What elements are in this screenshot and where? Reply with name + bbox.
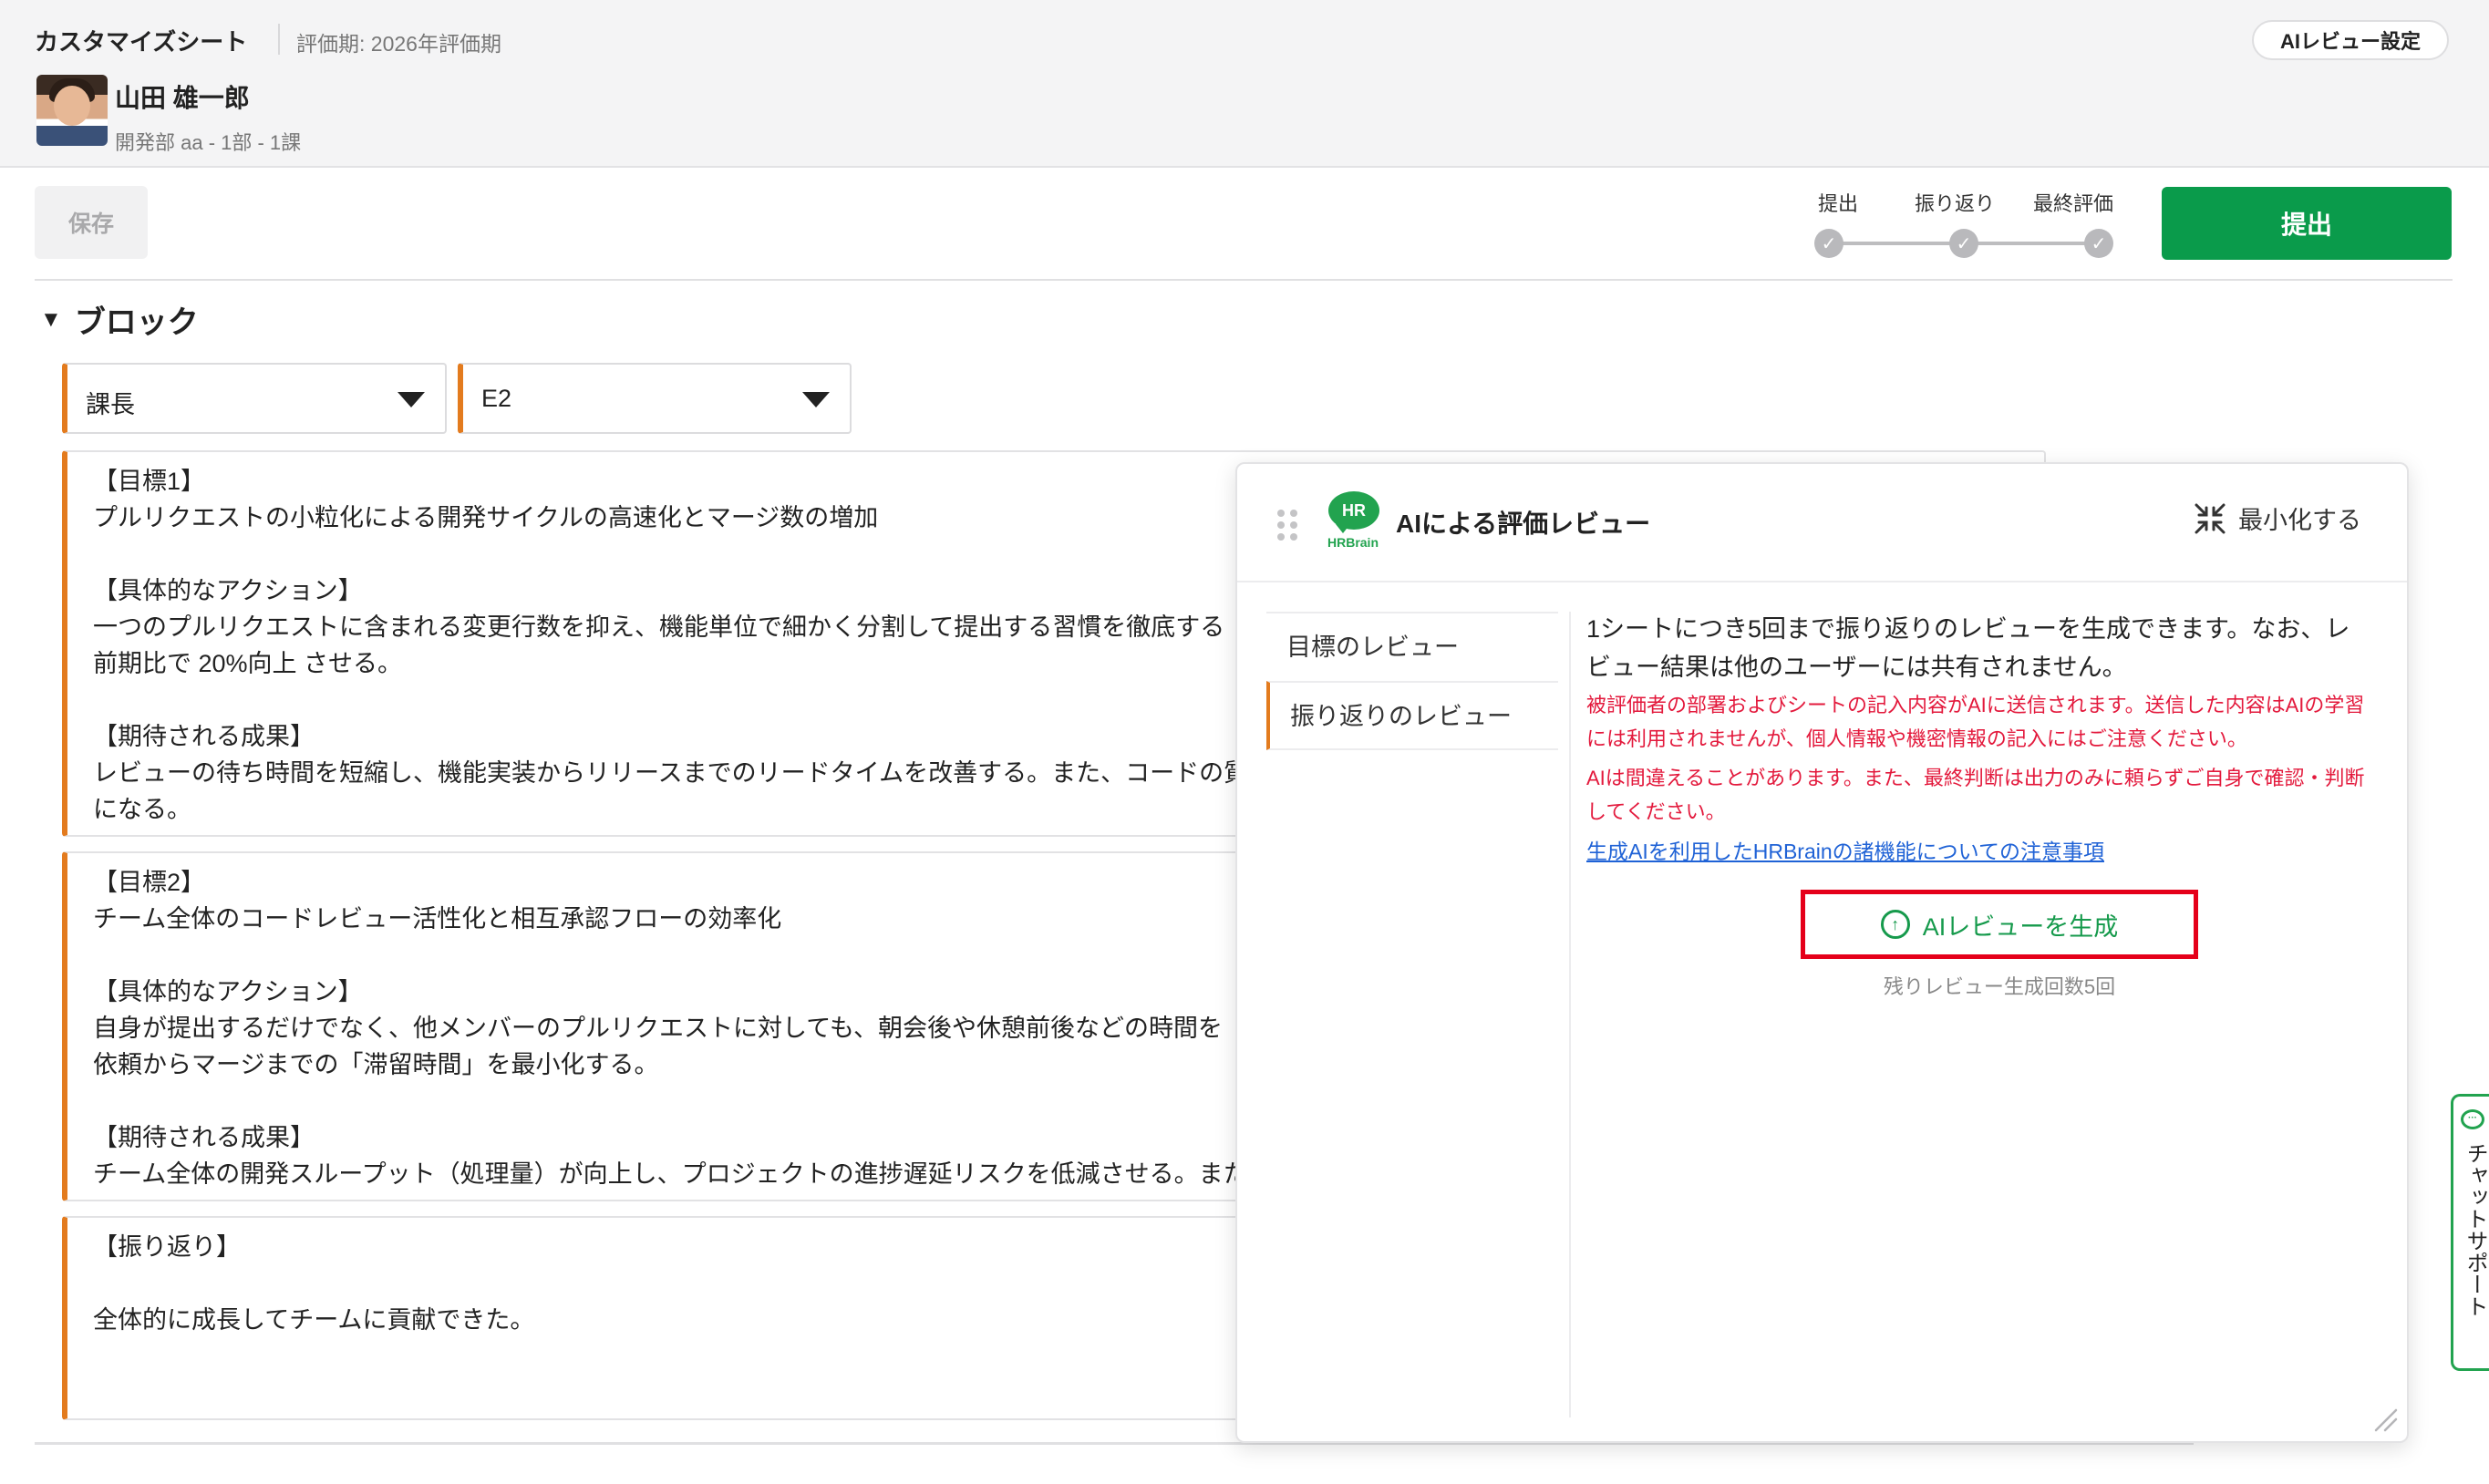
ai-review-panel: HR HRBrain AIによる評価レビュー 最小化する 目標のレビュー 振り返… (1235, 462, 2409, 1443)
review-nav: 目標のレビュー 振り返りのレビュー (1266, 612, 1558, 750)
avatar (36, 75, 108, 146)
sheet-title: カスタマイズシート (35, 28, 248, 56)
submit-button[interactable]: 提出 (2162, 187, 2452, 260)
position-select[interactable]: 課長 (62, 363, 447, 434)
dropdown-arrow-icon (398, 392, 425, 407)
step-label-final-evaluation: 最終評価 (2033, 192, 2114, 215)
check-icon: ✓ (1949, 229, 1978, 258)
chat-support-tab[interactable]: ··· チャットサポート (2451, 1094, 2489, 1371)
ai-review-setting-button[interactable]: AIレビュー設定 (2252, 20, 2449, 60)
intro-text: 1シートにつき5回まで振り返りのレビューを生成できます。なお、レビュー結果は他の… (1586, 615, 2350, 681)
minimize-icon (2195, 503, 2226, 533)
resize-handle-icon[interactable] (2369, 1403, 2400, 1434)
chat-bubble-icon: ··· (2461, 1109, 2484, 1129)
grade-select[interactable]: E2 (458, 363, 852, 434)
check-icon: ✓ (2084, 229, 2113, 258)
logo-brand: HRBrain (1327, 535, 1379, 550)
review-content: 1シートにつき5回まで振り返りのレビューを生成できます。なお、レビュー結果は他の… (1586, 610, 2370, 865)
select-value: 課長 (86, 391, 135, 418)
check-icon: ✓ (1814, 229, 1844, 258)
save-button[interactable]: 保存 (35, 186, 148, 259)
divider (1237, 581, 2407, 582)
nav-reflection-review[interactable]: 振り返りのレビュー (1266, 681, 1558, 750)
ai-notice-link[interactable]: 生成AIを利用したHRBrainの諸機能についての注意事項 (1586, 834, 2104, 865)
generate-ai-review-button[interactable]: ↑ AIレビューを生成 (1801, 890, 2198, 959)
panel-title: AIによる評価レビュー (1396, 510, 1651, 538)
remaining-count: 残りレビュー生成回数5回 (1883, 975, 2116, 998)
select-value: E2 (481, 385, 512, 412)
block-toggle[interactable]: ▼ ブロック (40, 297, 199, 342)
divider (35, 279, 2453, 281)
avatar-face (54, 86, 90, 126)
accuracy-warning: AIは間違えることがあります。また、最終判断は出力のみに頼らずご自身で確認・判断… (1586, 767, 2365, 823)
hrbrain-logo: HR HRBrain (1323, 491, 1383, 555)
minimize-button[interactable]: 最小化する (2193, 500, 2361, 536)
minimize-label: 最小化する (2238, 507, 2361, 534)
block-title: ブロック (74, 305, 199, 340)
chat-support-label: チャットサポート (2463, 1142, 2487, 1317)
user-department: 開発部 aa - 1部 - 1課 (115, 131, 302, 154)
drag-handle-icon[interactable] (1277, 510, 1299, 541)
sheet-header: カスタマイズシート 評価期: 2026年評価期 AIレビュー設定 山田 雄一郎 … (0, 0, 2489, 168)
user-name: 山田 雄一郎 (115, 84, 250, 112)
privacy-warning: 被評価者の部署およびシートの記入内容がAIに送信されます。送信した内容はAIの学… (1586, 694, 2365, 750)
upload-circle-icon: ↑ (1880, 910, 1910, 939)
step-connector (1964, 242, 2099, 245)
divider (1569, 612, 1571, 1417)
header-separator (278, 24, 280, 55)
dropdown-arrow-icon (802, 392, 830, 407)
caret-down-icon: ▼ (40, 306, 62, 332)
step-connector (1829, 242, 1964, 245)
generate-label: AIレビューを生成 (1922, 912, 2119, 941)
step-label-reflection: 振り返り (1915, 192, 1996, 215)
step-label-submit: 提出 (1818, 192, 1859, 215)
nav-goal-review[interactable]: 目標のレビュー (1266, 612, 1558, 681)
evaluation-period: 評価期: 2026年評価期 (296, 32, 501, 56)
progress-steps: 提出 振り返り 最終評価 ✓ ✓ ✓ (1814, 182, 2129, 264)
